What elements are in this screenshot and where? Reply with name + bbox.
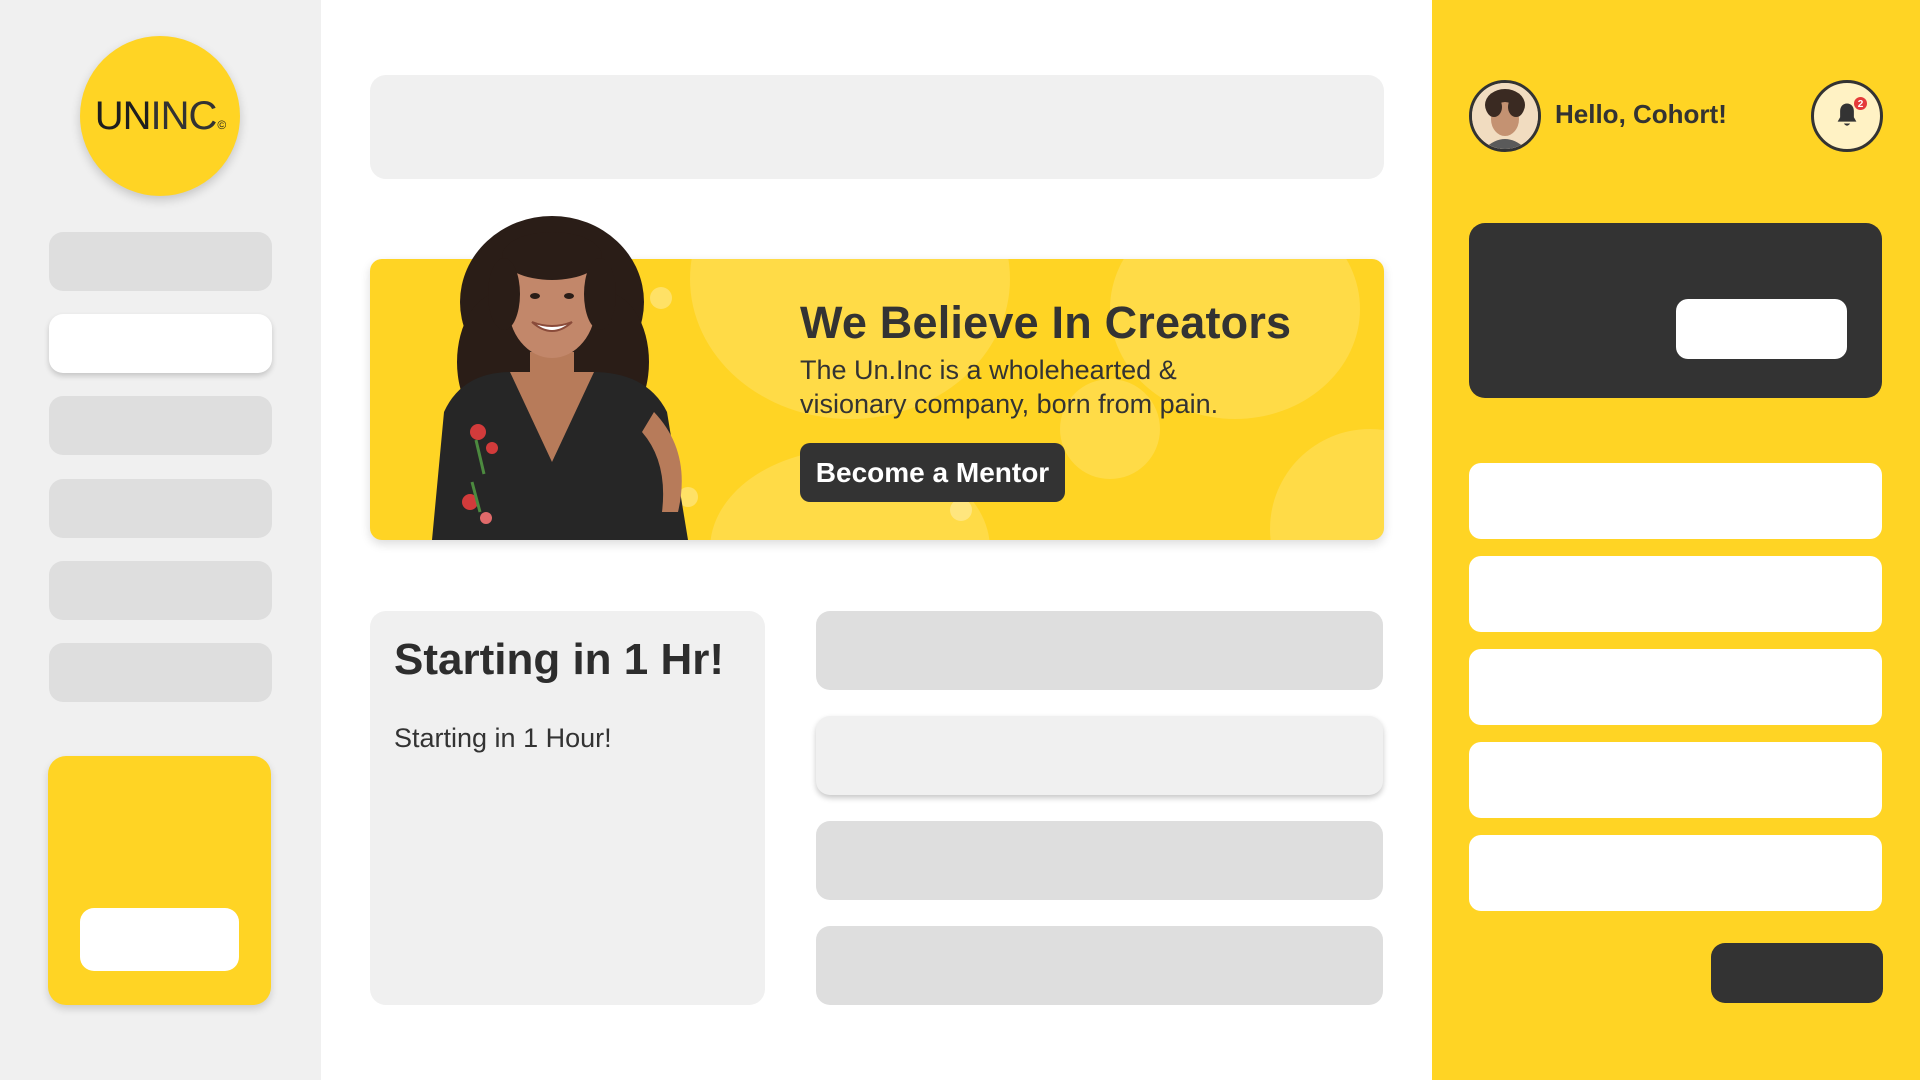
right-panel: Hello, Cohort! 2: [1432, 0, 1920, 1080]
notification-count-badge: 2: [1853, 96, 1868, 111]
banner-text-block: We Believe In Creators The Un.Inc is a w…: [800, 297, 1360, 421]
sidebar-nav-item-4[interactable]: [49, 479, 272, 538]
banner-decor-dot: [950, 499, 972, 521]
sidebar-nav-item-3[interactable]: [49, 396, 272, 455]
banner-person-image: [392, 212, 728, 540]
logo-wordmark: UNINC©: [94, 93, 226, 138]
list-item-3[interactable]: [816, 821, 1383, 900]
promo-card-button[interactable]: [80, 908, 239, 971]
sidebar-nav-item-6[interactable]: [49, 643, 272, 702]
right-list-item-1[interactable]: [1469, 463, 1882, 539]
user-greeting: Hello, Cohort!: [1555, 99, 1727, 129]
right-list-item-5[interactable]: [1469, 835, 1882, 911]
right-list-item-4[interactable]: [1469, 742, 1882, 818]
user-avatar[interactable]: [1469, 80, 1541, 152]
list-item-2-active[interactable]: [816, 716, 1383, 795]
sidebar-nav-item-5[interactable]: [49, 561, 272, 620]
top-search-bar[interactable]: [370, 75, 1384, 179]
banner-subtitle: The Un.Inc is a wholehearted & visionary…: [800, 355, 1219, 419]
feature-card-button[interactable]: [1676, 299, 1847, 359]
banner-title: We Believe In Creators: [800, 297, 1292, 348]
list-item-1[interactable]: [816, 611, 1383, 690]
sidebar-nav-item-2-active[interactable]: [49, 314, 272, 373]
event-subtitle: Starting in 1 Hour!: [394, 723, 612, 753]
event-card[interactable]: Starting in 1 Hr! Starting in 1 Hour!: [370, 611, 765, 1005]
sidebar-promo-card: [48, 756, 271, 1005]
right-list-item-2[interactable]: [1469, 556, 1882, 632]
event-title: Starting in 1 Hr!: [394, 635, 725, 684]
avatar-image: [1472, 83, 1538, 149]
right-panel-action-button[interactable]: [1711, 943, 1883, 1003]
brand-logo[interactable]: UNINC©: [80, 36, 240, 196]
right-list-item-3[interactable]: [1469, 649, 1882, 725]
sidebar-nav-item-1[interactable]: [49, 232, 272, 291]
become-mentor-button[interactable]: Become a Mentor: [800, 443, 1065, 502]
notifications-button[interactable]: 2: [1811, 80, 1883, 152]
right-feature-card: [1469, 223, 1882, 398]
list-item-4[interactable]: [816, 926, 1383, 1005]
banner-decor-blob: [1270, 429, 1384, 540]
left-sidebar: UNINC©: [0, 0, 321, 1080]
